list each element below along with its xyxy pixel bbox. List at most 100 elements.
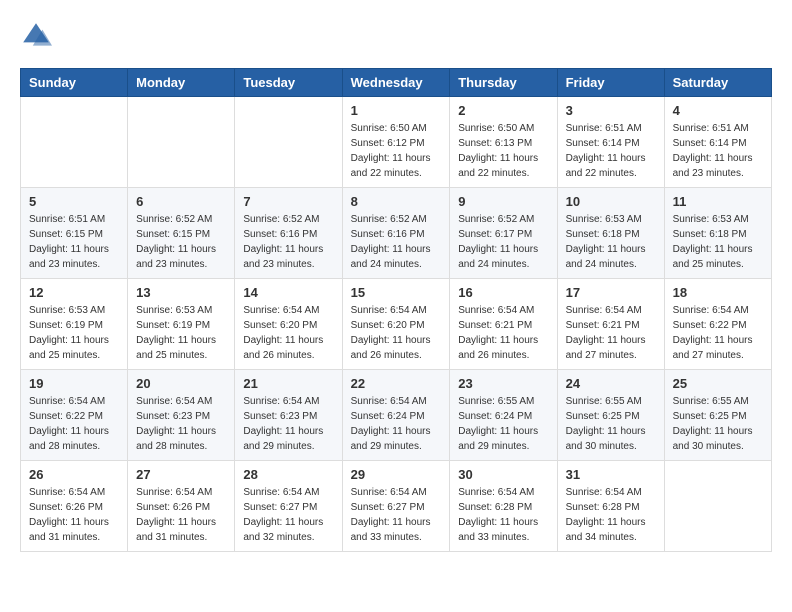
day-info: Sunrise: 6:51 AM Sunset: 6:15 PM Dayligh… — [29, 212, 119, 272]
day-info: Sunrise: 6:54 AM Sunset: 6:24 PM Dayligh… — [351, 394, 442, 454]
day-info: Sunrise: 6:54 AM Sunset: 6:23 PM Dayligh… — [136, 394, 226, 454]
day-info: Sunrise: 6:50 AM Sunset: 6:12 PM Dayligh… — [351, 121, 442, 181]
day-number: 21 — [243, 376, 333, 391]
calendar-cell: 12 Sunrise: 6:53 AM Sunset: 6:19 PM Dayli… — [21, 279, 128, 370]
day-info: Sunrise: 6:52 AM Sunset: 6:16 PM Dayligh… — [243, 212, 333, 272]
day-info: Sunrise: 6:53 AM Sunset: 6:18 PM Dayligh… — [566, 212, 656, 272]
day-number: 25 — [673, 376, 763, 391]
day-header-sunday: Sunday — [21, 69, 128, 97]
day-header-thursday: Thursday — [450, 69, 557, 97]
day-info: Sunrise: 6:51 AM Sunset: 6:14 PM Dayligh… — [566, 121, 656, 181]
calendar-week-row: 26 Sunrise: 6:54 AM Sunset: 6:26 PM Dayli… — [21, 461, 772, 552]
day-info: Sunrise: 6:51 AM Sunset: 6:14 PM Dayligh… — [673, 121, 763, 181]
calendar-cell: 17Sunrise: 6:54 AM Sunset: 6:21 PM Dayli… — [557, 279, 664, 370]
calendar-week-row: 1 Sunrise: 6:50 AM Sunset: 6:12 PM Daylig… — [21, 97, 772, 188]
calendar-cell: 11 Sunrise: 6:53 AM Sunset: 6:18 PM Dayli… — [664, 188, 771, 279]
day-info: Sunrise: 6:50 AM Sunset: 6:13 PM Dayligh… — [458, 121, 548, 181]
day-number: 11 — [673, 194, 763, 209]
day-number: 10 — [566, 194, 656, 209]
day-info: Sunrise: 6:52 AM Sunset: 6:16 PM Dayligh… — [351, 212, 442, 272]
calendar-cell: 22 Sunrise: 6:54 AM Sunset: 6:24 PM Dayli… — [342, 370, 450, 461]
calendar-cell: 9Sunrise: 6:52 AM Sunset: 6:17 PM Daylig… — [450, 188, 557, 279]
day-number: 23 — [458, 376, 548, 391]
day-info: Sunrise: 6:54 AM Sunset: 6:22 PM Dayligh… — [29, 394, 119, 454]
day-info: Sunrise: 6:55 AM Sunset: 6:25 PM Dayligh… — [566, 394, 656, 454]
day-header-monday: Monday — [128, 69, 235, 97]
calendar-cell: 29 Sunrise: 6:54 AM Sunset: 6:27 PM Dayli… — [342, 461, 450, 552]
day-info: Sunrise: 6:54 AM Sunset: 6:21 PM Dayligh… — [458, 303, 548, 363]
day-header-saturday: Saturday — [664, 69, 771, 97]
calendar-cell: 25Sunrise: 6:55 AM Sunset: 6:25 PM Dayli… — [664, 370, 771, 461]
day-number: 3 — [566, 103, 656, 118]
day-info: Sunrise: 6:53 AM Sunset: 6:19 PM Dayligh… — [29, 303, 119, 363]
calendar-header-row: SundayMondayTuesdayWednesdayThursdayFrid… — [21, 69, 772, 97]
day-info: Sunrise: 6:54 AM Sunset: 6:27 PM Dayligh… — [243, 485, 333, 545]
calendar-cell: 19 Sunrise: 6:54 AM Sunset: 6:22 PM Dayli… — [21, 370, 128, 461]
day-number: 17 — [566, 285, 656, 300]
calendar-cell: 21 Sunrise: 6:54 AM Sunset: 6:23 PM Dayli… — [235, 370, 342, 461]
calendar-cell: 23 Sunrise: 6:55 AM Sunset: 6:24 PM Dayli… — [450, 370, 557, 461]
calendar-cell — [235, 97, 342, 188]
day-info: Sunrise: 6:52 AM Sunset: 6:17 PM Dayligh… — [458, 212, 548, 272]
day-number: 24 — [566, 376, 656, 391]
day-info: Sunrise: 6:54 AM Sunset: 6:26 PM Dayligh… — [29, 485, 119, 545]
day-number: 29 — [351, 467, 442, 482]
day-number: 8 — [351, 194, 442, 209]
day-info: Sunrise: 6:54 AM Sunset: 6:28 PM Dayligh… — [566, 485, 656, 545]
logo-icon — [20, 20, 52, 52]
day-number: 6 — [136, 194, 226, 209]
day-number: 20 — [136, 376, 226, 391]
day-number: 27 — [136, 467, 226, 482]
day-info: Sunrise: 6:54 AM Sunset: 6:23 PM Dayligh… — [243, 394, 333, 454]
calendar-cell: 6 Sunrise: 6:52 AM Sunset: 6:15 PM Daylig… — [128, 188, 235, 279]
calendar-cell: 5 Sunrise: 6:51 AM Sunset: 6:15 PM Daylig… — [21, 188, 128, 279]
day-info: Sunrise: 6:52 AM Sunset: 6:15 PM Dayligh… — [136, 212, 226, 272]
calendar-cell: 10 Sunrise: 6:53 AM Sunset: 6:18 PM Dayli… — [557, 188, 664, 279]
logo — [20, 20, 56, 52]
calendar-cell: 20 Sunrise: 6:54 AM Sunset: 6:23 PM Dayli… — [128, 370, 235, 461]
day-info: Sunrise: 6:54 AM Sunset: 6:28 PM Dayligh… — [458, 485, 548, 545]
calendar-cell: 28Sunrise: 6:54 AM Sunset: 6:27 PM Dayli… — [235, 461, 342, 552]
calendar-week-row: 5 Sunrise: 6:51 AM Sunset: 6:15 PM Daylig… — [21, 188, 772, 279]
day-info: Sunrise: 6:53 AM Sunset: 6:19 PM Dayligh… — [136, 303, 226, 363]
calendar-cell — [128, 97, 235, 188]
calendar-cell: 7 Sunrise: 6:52 AM Sunset: 6:16 PM Daylig… — [235, 188, 342, 279]
day-number: 31 — [566, 467, 656, 482]
calendar-week-row: 19 Sunrise: 6:54 AM Sunset: 6:22 PM Dayli… — [21, 370, 772, 461]
calendar-cell: 18 Sunrise: 6:54 AM Sunset: 6:22 PM Dayli… — [664, 279, 771, 370]
calendar-cell: 31 Sunrise: 6:54 AM Sunset: 6:28 PM Dayli… — [557, 461, 664, 552]
day-info: Sunrise: 6:54 AM Sunset: 6:22 PM Dayligh… — [673, 303, 763, 363]
day-header-tuesday: Tuesday — [235, 69, 342, 97]
calendar-cell: 15 Sunrise: 6:54 AM Sunset: 6:20 PM Dayli… — [342, 279, 450, 370]
calendar-cell: 16 Sunrise: 6:54 AM Sunset: 6:21 PM Dayli… — [450, 279, 557, 370]
day-number: 26 — [29, 467, 119, 482]
day-number: 19 — [29, 376, 119, 391]
day-info: Sunrise: 6:54 AM Sunset: 6:26 PM Dayligh… — [136, 485, 226, 545]
calendar-cell — [664, 461, 771, 552]
day-number: 5 — [29, 194, 119, 209]
day-number: 22 — [351, 376, 442, 391]
day-number: 18 — [673, 285, 763, 300]
day-number: 1 — [351, 103, 442, 118]
calendar-cell: 30 Sunrise: 6:54 AM Sunset: 6:28 PM Dayli… — [450, 461, 557, 552]
day-info: Sunrise: 6:54 AM Sunset: 6:27 PM Dayligh… — [351, 485, 442, 545]
day-info: Sunrise: 6:54 AM Sunset: 6:20 PM Dayligh… — [351, 303, 442, 363]
page-header — [20, 20, 772, 52]
day-number: 7 — [243, 194, 333, 209]
calendar-cell: 27 Sunrise: 6:54 AM Sunset: 6:26 PM Dayli… — [128, 461, 235, 552]
day-number: 16 — [458, 285, 548, 300]
day-number: 15 — [351, 285, 442, 300]
calendar-cell: 3 Sunrise: 6:51 AM Sunset: 6:14 PM Daylig… — [557, 97, 664, 188]
day-number: 12 — [29, 285, 119, 300]
day-number: 13 — [136, 285, 226, 300]
day-header-friday: Friday — [557, 69, 664, 97]
calendar-cell — [21, 97, 128, 188]
day-number: 30 — [458, 467, 548, 482]
day-info: Sunrise: 6:53 AM Sunset: 6:18 PM Dayligh… — [673, 212, 763, 272]
calendar-cell: 1 Sunrise: 6:50 AM Sunset: 6:12 PM Daylig… — [342, 97, 450, 188]
day-number: 4 — [673, 103, 763, 118]
calendar-cell: 2Sunrise: 6:50 AM Sunset: 6:13 PM Daylig… — [450, 97, 557, 188]
calendar-cell: 8 Sunrise: 6:52 AM Sunset: 6:16 PM Daylig… — [342, 188, 450, 279]
calendar-week-row: 12 Sunrise: 6:53 AM Sunset: 6:19 PM Dayli… — [21, 279, 772, 370]
day-info: Sunrise: 6:55 AM Sunset: 6:24 PM Dayligh… — [458, 394, 548, 454]
